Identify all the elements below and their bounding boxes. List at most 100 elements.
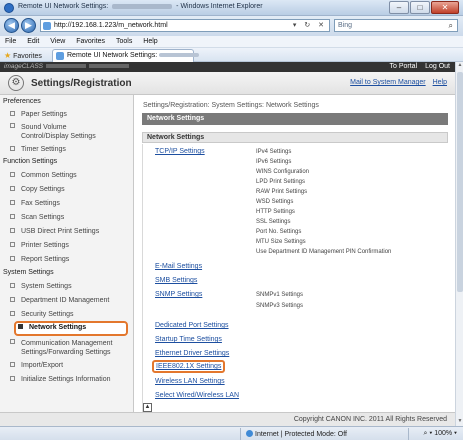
to-portal-link[interactable]: To Portal — [390, 63, 418, 70]
sidebar-item-communication[interactable]: Communication Management Settings/Forwar… — [10, 339, 130, 357]
status-bar: Internet | Protected Mode: Off ⌕ ▾ 100% … — [0, 426, 463, 440]
help-link[interactable]: Help — [433, 79, 447, 86]
mail-link[interactable]: Mail to System Manager — [350, 79, 425, 86]
ieee8021x-settings-link[interactable]: IEEE802.1X Settings — [152, 360, 226, 373]
menu-file[interactable]: File — [0, 36, 20, 45]
page-footer: Copyright CANON INC. 2011 All Rights Res… — [0, 412, 455, 426]
window-title: Remote UI Network Settings: - Windows In… — [18, 3, 263, 10]
tcpip-settings-link[interactable]: TCP/IP Settings — [155, 148, 205, 155]
back-button[interactable]: ◀ — [4, 18, 19, 33]
sub-item-wsd: WSD Settings — [256, 199, 294, 205]
sidebar-item-printer[interactable]: Printer Settings — [10, 242, 130, 249]
sidebar-item-timer[interactable]: Timer Settings — [10, 146, 130, 153]
breadcrumb: Settings/Registration: System Settings: … — [143, 102, 319, 109]
window-titlebar: Remote UI Network Settings: - Windows In… — [0, 0, 463, 16]
window-title-suffix: - Windows Internet Explorer — [176, 3, 263, 10]
sidebar-item-fax[interactable]: Fax Settings — [10, 200, 130, 207]
sub-item-ssl: SSL Settings — [256, 219, 291, 225]
sub-item-snmpv3: SNMPv3 Settings — [256, 303, 304, 309]
favorites-label: Favorites — [13, 53, 42, 60]
address-actions[interactable]: ▾ ↻ ✕ — [293, 21, 327, 29]
sidebar-item-paper[interactable]: Paper Settings — [10, 111, 130, 118]
menu-view[interactable]: View — [45, 36, 69, 45]
sidebar: Preferences Paper Settings Sound Volume … — [0, 95, 134, 426]
wireless-lan-link[interactable]: Wireless LAN Settings — [155, 378, 225, 385]
globe-icon — [246, 430, 253, 437]
page-header: ⚙ Settings/Registration Mail to System M… — [0, 72, 455, 95]
device-header: imageCLASS To Portal Log Out — [0, 62, 455, 72]
search-icon[interactable]: ⌕ — [449, 21, 453, 31]
favorites-bar: ★ Favorites Remote UI Network Settings: — [0, 48, 463, 62]
page-heading: Network Settings — [147, 115, 205, 122]
sub-item-ipv6: IPv6 Settings — [256, 159, 292, 165]
sidebar-item-sound[interactable]: Sound Volume Control/Display Settings — [10, 123, 130, 141]
scrollbar-thumb[interactable] — [457, 72, 463, 292]
menu-help[interactable]: Help — [138, 36, 161, 45]
sidebar-item-security[interactable]: Security Settings — [10, 311, 130, 318]
ie-logo-icon — [4, 3, 14, 13]
address-bar[interactable]: http://192.168.1.223/m_network.html ▾ ↻ … — [40, 19, 330, 32]
page-icon — [56, 52, 64, 60]
ethernet-driver-link[interactable]: Ethernet Driver Settings — [155, 350, 229, 357]
forward-button[interactable]: ▶ — [21, 18, 36, 33]
select-wired-wireless-link[interactable]: Select Wired/Wireless LAN — [155, 392, 239, 399]
sidebar-heading-function: Function Settings — [3, 158, 58, 165]
scroll-up-icon[interactable]: ▲ — [456, 62, 463, 70]
browser-tab[interactable]: Remote UI Network Settings: — [52, 49, 200, 62]
sidebar-item-report[interactable]: Report Settings — [10, 256, 130, 263]
sub-item-port-no: Port No. Settings — [256, 229, 302, 235]
menu-favorites[interactable]: Favorites — [71, 36, 109, 45]
copyright: Copyright CANON INC. 2011 All Rights Res… — [293, 416, 447, 423]
sub-item-wins: WINS Configuration — [256, 169, 310, 175]
menu-tools[interactable]: Tools — [111, 36, 136, 45]
sub-item-dept-pin: Use Department ID Management PIN Confirm… — [256, 249, 392, 255]
url-text[interactable]: http://192.168.1.223/m_network.html — [54, 22, 168, 29]
gear-icon: ⚙ — [8, 75, 24, 91]
section-heading-bar: Network Settings — [142, 132, 448, 143]
sidebar-item-network[interactable]: Network Settings — [14, 321, 128, 336]
sidebar-item-department-id[interactable]: Department ID Management — [10, 297, 130, 304]
device-name: imageCLASS — [4, 63, 130, 70]
log-out-link[interactable]: Log Out — [425, 63, 450, 70]
menu-bar: File Edit View Favorites Tools Help — [0, 36, 463, 48]
sidebar-heading-preferences: Preferences — [3, 98, 41, 105]
star-icon: ★ — [4, 51, 12, 60]
sidebar-item-common[interactable]: Common Settings — [10, 172, 130, 179]
vertical-scrollbar[interactable]: ▲ ▼ — [455, 62, 463, 426]
sub-item-snmpv1: SNMPv1 Settings — [256, 292, 304, 298]
settings-list: TCP/IP Settings IPv4 Settings IPv6 Setti… — [142, 144, 448, 424]
sub-item-ipv4: IPv4 Settings — [256, 149, 292, 155]
page-heading-bar: Network Settings — [142, 113, 448, 125]
smb-settings-link[interactable]: SMB Settings — [155, 277, 197, 284]
minimize-button[interactable]: – — [389, 1, 409, 14]
sub-item-raw: RAW Print Settings — [256, 189, 308, 195]
back-to-top-icon[interactable]: ▲ — [143, 403, 152, 412]
close-window-button[interactable]: ✕ — [431, 1, 459, 14]
page-viewport: imageCLASS To Portal Log Out ⚙ Settings/… — [0, 62, 463, 426]
page-title: Settings/Registration — [31, 78, 132, 89]
favorites-button[interactable]: ★ Favorites — [4, 51, 42, 60]
sidebar-item-copy[interactable]: Copy Settings — [10, 186, 130, 193]
window-title-prefix: Remote UI Network Settings: — [18, 3, 109, 10]
sidebar-heading-system: System Settings — [3, 269, 54, 276]
sidebar-item-scan[interactable]: Scan Settings — [10, 214, 130, 221]
address-row: ◀ ▶ http://192.168.1.223/m_network.html … — [0, 16, 463, 36]
page-icon — [43, 22, 51, 30]
startup-time-link[interactable]: Startup Time Settings — [155, 336, 222, 343]
sidebar-item-initialize[interactable]: Initialize Settings Information — [10, 376, 130, 383]
section-heading: Network Settings — [147, 134, 205, 141]
menu-edit[interactable]: Edit — [22, 36, 43, 45]
sidebar-item-import-export[interactable]: Import/Export — [10, 362, 130, 369]
sidebar-item-usb-print[interactable]: USB Direct Print Settings — [10, 228, 130, 235]
sidebar-item-system[interactable]: System Settings — [10, 283, 130, 290]
email-settings-link[interactable]: E-Mail Settings — [155, 263, 202, 270]
search-placeholder: Bing — [338, 22, 353, 29]
redacted-text — [112, 3, 173, 9]
search-input[interactable]: Bing ⌕ — [334, 19, 458, 32]
sub-item-mtu: MTU Size Settings — [256, 239, 306, 245]
dedicated-port-link[interactable]: Dedicated Port Settings — [155, 322, 229, 329]
snmp-settings-link[interactable]: SNMP Settings — [155, 291, 202, 298]
maximize-button[interactable]: □ — [410, 1, 430, 14]
scroll-down-icon[interactable]: ▼ — [456, 418, 463, 426]
zoom-level[interactable]: ⌕ ▾ 100% ▾ — [423, 430, 457, 438]
